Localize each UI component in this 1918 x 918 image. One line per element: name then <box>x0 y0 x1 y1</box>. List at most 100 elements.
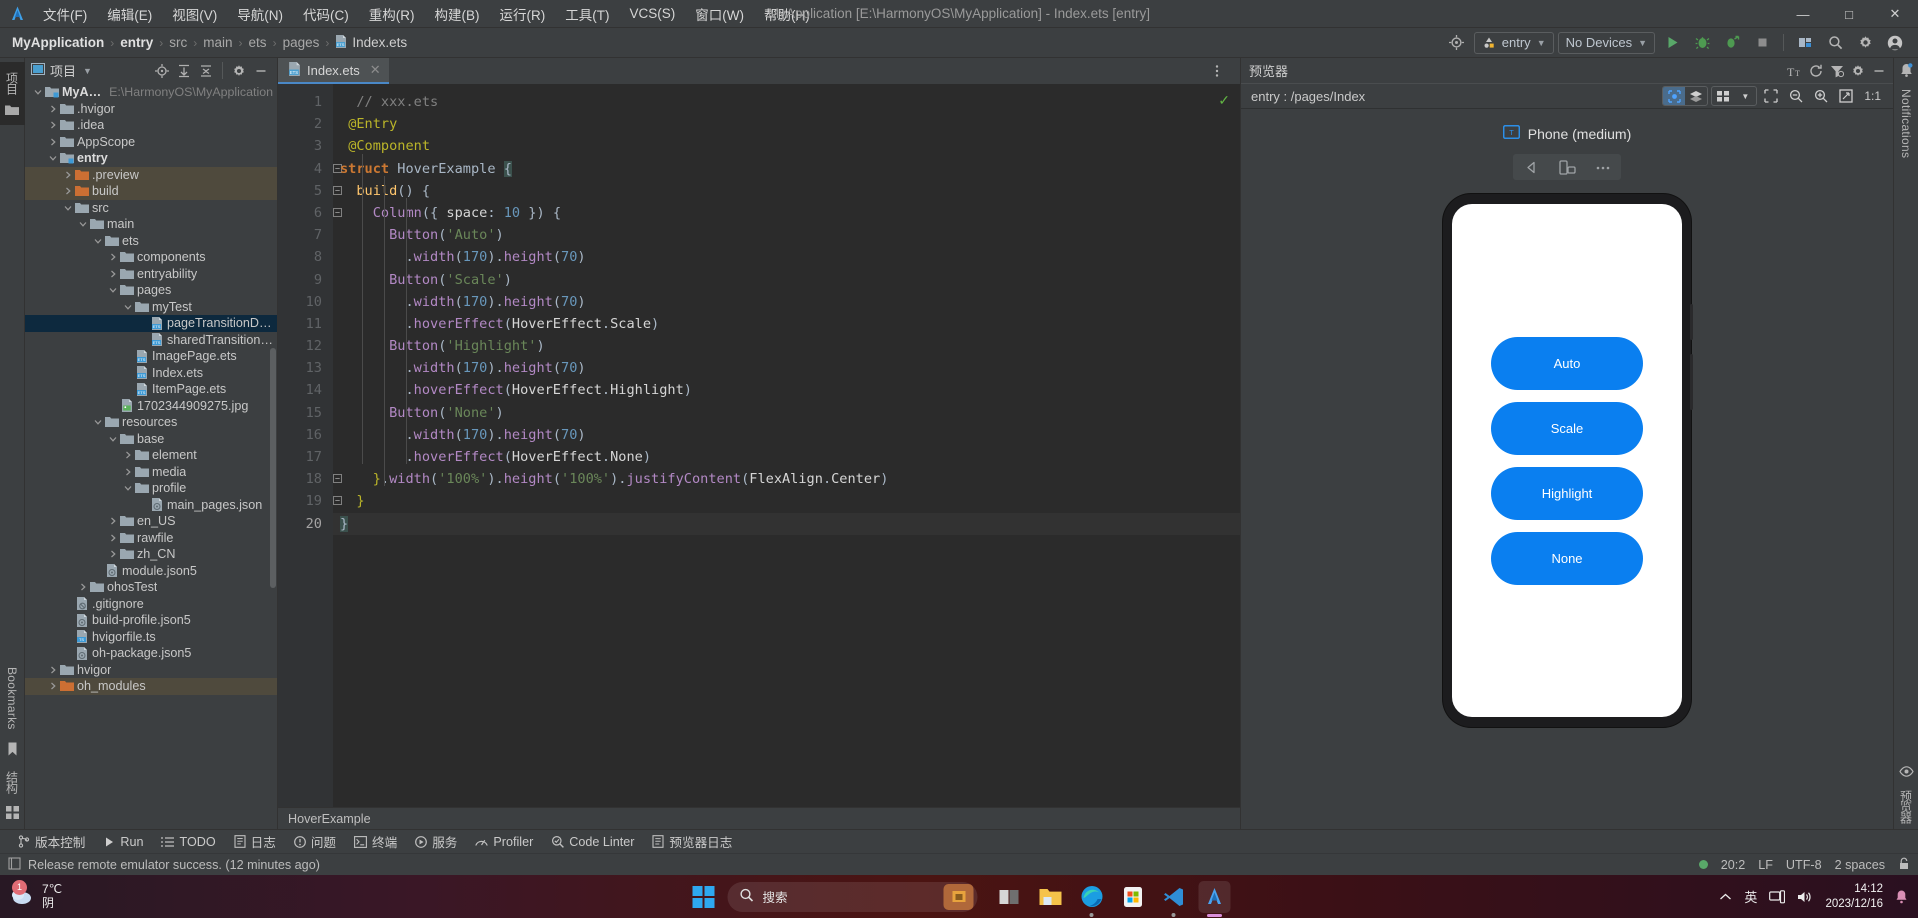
zoom-ratio-label[interactable]: 1:1 <box>1860 89 1885 103</box>
zoom-fit-icon[interactable] <box>1835 86 1857 106</box>
menu-run[interactable]: 运行(R) <box>491 1 555 27</box>
hide-panel-icon[interactable] <box>251 61 271 81</box>
chevron-down-icon[interactable] <box>31 88 44 96</box>
tree-node-1702344909275-jpg[interactable]: 1702344909275.jpg <box>25 398 277 415</box>
code-line[interactable]: Column({ space: 10 }) { <box>333 202 1240 224</box>
device-manager-icon[interactable] <box>1792 32 1818 54</box>
close-icon[interactable]: ✕ <box>370 62 381 78</box>
hide-panel-icon[interactable] <box>1869 61 1889 81</box>
code-line[interactable]: Button('None') <box>333 402 1240 424</box>
tree-node-oh-package-json5[interactable]: oh-package.json5 <box>25 645 277 662</box>
rotate-device-icon[interactable] <box>1549 154 1585 180</box>
menu-code[interactable]: 代码(C) <box>294 1 358 27</box>
tree-node-base[interactable]: base <box>25 431 277 448</box>
chevron-down-icon[interactable] <box>121 484 134 492</box>
tree-node-hvigor[interactable]: .hvigor <box>25 101 277 118</box>
code-line[interactable]: @Component <box>333 135 1240 157</box>
module-selector[interactable]: entry ▼ <box>1473 31 1554 54</box>
chevron-right-icon[interactable] <box>46 666 59 674</box>
locate-file-icon[interactable] <box>152 61 172 81</box>
edge-browser-button[interactable] <box>1076 881 1108 917</box>
chevron-right-icon[interactable] <box>76 583 89 591</box>
chevron-down-icon[interactable] <box>76 220 89 228</box>
phone-screen[interactable]: Auto Scale Highlight None <box>1452 204 1682 717</box>
back-icon[interactable] <box>1513 154 1549 180</box>
breadcrumb-item-src[interactable]: src <box>165 34 191 51</box>
toolwin-services[interactable]: 服务 <box>407 830 465 853</box>
zoom-in-icon[interactable] <box>1810 86 1832 106</box>
tree-node-sharedtransitiondst-ets[interactable]: ETS sharedTransitionDst.ets <box>25 332 277 349</box>
strip-item-bookmarks[interactable]: Bookmarks <box>5 661 19 736</box>
chevron-down-icon[interactable] <box>61 204 74 212</box>
code-line[interactable]: Button('Highlight') <box>333 335 1240 357</box>
chevron-right-icon[interactable] <box>106 550 119 558</box>
menu-help[interactable]: 帮助(H) <box>755 1 819 27</box>
project-tree[interactable]: MyApplication E:\HarmonyOS\MyApplication.… <box>25 83 277 829</box>
breadcrumb-item-pages[interactable]: pages <box>279 34 324 51</box>
tree-node-ohostest[interactable]: ohosTest <box>25 579 277 596</box>
tree-node-hvigor[interactable]: hvigor <box>25 662 277 679</box>
toolwin-run[interactable]: Run <box>95 833 151 851</box>
taskbar-clock[interactable]: 14:12 2023/12/16 <box>1825 882 1883 912</box>
search-icon[interactable] <box>1822 32 1848 54</box>
tree-node-oh-modules[interactable]: oh_modules <box>25 678 277 695</box>
chevron-right-icon[interactable] <box>106 517 119 525</box>
tree-node-media[interactable]: media <box>25 464 277 481</box>
breadcrumb-item-project[interactable]: MyApplication <box>8 34 108 51</box>
chevron-right-icon[interactable] <box>46 105 59 113</box>
minimize-button[interactable]: — <box>1780 0 1826 28</box>
caret-position[interactable]: 20:2 <box>1721 858 1746 872</box>
collapse-all-icon[interactable] <box>196 61 216 81</box>
breadcrumb-item-main[interactable]: main <box>199 34 236 51</box>
file-encoding[interactable]: UTF-8 <box>1786 858 1822 872</box>
tree-node-idea[interactable]: .idea <box>25 117 277 134</box>
menu-file[interactable]: 文件(F) <box>34 1 96 27</box>
code-line[interactable]: .width(170).height(70) <box>333 424 1240 446</box>
tree-node-profile[interactable]: profile <box>25 480 277 497</box>
menu-refactor[interactable]: 重构(R) <box>360 1 424 27</box>
code-line[interactable]: } <box>333 490 1240 512</box>
tree-node-entryability[interactable]: entryability <box>25 266 277 283</box>
tree-node-rawfile[interactable]: rawfile <box>25 530 277 547</box>
code-line[interactable]: } <box>333 512 1240 535</box>
code-line[interactable]: Button('Scale') <box>333 269 1240 291</box>
bookmark-icon[interactable] <box>7 742 18 759</box>
indent-setting[interactable]: 2 spaces <box>1835 858 1885 872</box>
tree-node-module-json5[interactable]: module.json5 <box>25 563 277 580</box>
taskbar-search[interactable]: 搜索 <box>727 881 978 912</box>
chevron-down-icon[interactable] <box>106 286 119 294</box>
device-selector[interactable]: No Devices ▼ <box>1557 31 1655 54</box>
tree-node-components[interactable]: components <box>25 249 277 266</box>
breadcrumb-item-ets[interactable]: ets <box>245 34 271 51</box>
chevron-down-icon[interactable] <box>121 303 134 311</box>
microsoft-store-button[interactable] <box>1117 881 1149 913</box>
chevron-down-icon[interactable]: ▼ <box>1734 87 1756 105</box>
toolwin-terminal[interactable]: 终端 <box>346 830 405 853</box>
chevron-down-icon[interactable] <box>91 237 104 245</box>
chevron-right-icon[interactable] <box>46 138 59 146</box>
code-line[interactable]: struct HoverExample { <box>333 158 1240 180</box>
gear-icon[interactable] <box>229 61 249 81</box>
font-size-icon[interactable]: TT <box>1785 61 1805 81</box>
grid-layout-icon[interactable] <box>1712 87 1734 105</box>
inspector-icon[interactable] <box>1663 87 1686 105</box>
tree-node-main-pages-json[interactable]: main_pages.json <box>25 497 277 514</box>
maximize-button[interactable]: □ <box>1826 0 1872 28</box>
layers-icon[interactable] <box>1685 87 1707 105</box>
toolwin-vcs[interactable]: 版本控制 <box>10 830 93 853</box>
chevron-right-icon[interactable] <box>46 682 59 690</box>
tree-node-build-profile-json5[interactable]: build-profile.json5 <box>25 612 277 629</box>
tree-node-preview[interactable]: .preview <box>25 166 277 183</box>
strip-item-project[interactable]: 项目 <box>4 66 21 100</box>
code-line[interactable]: build() { <box>333 180 1240 202</box>
more-options-icon[interactable] <box>1585 154 1621 180</box>
tree-node-build[interactable]: build <box>25 183 277 200</box>
strip-item-structure[interactable]: 结构 <box>4 765 21 799</box>
preview-button-scale[interactable]: Scale <box>1491 401 1643 455</box>
toolwin-profiler[interactable]: Profiler <box>467 833 541 851</box>
menu-edit[interactable]: 编辑(E) <box>98 1 161 27</box>
tree-node-myapplication[interactable]: MyApplication E:\HarmonyOS\MyApplication <box>25 84 277 101</box>
filter-icon[interactable] <box>1827 61 1847 81</box>
chevron-right-icon[interactable] <box>121 451 134 459</box>
chevron-right-icon[interactable] <box>121 468 134 476</box>
